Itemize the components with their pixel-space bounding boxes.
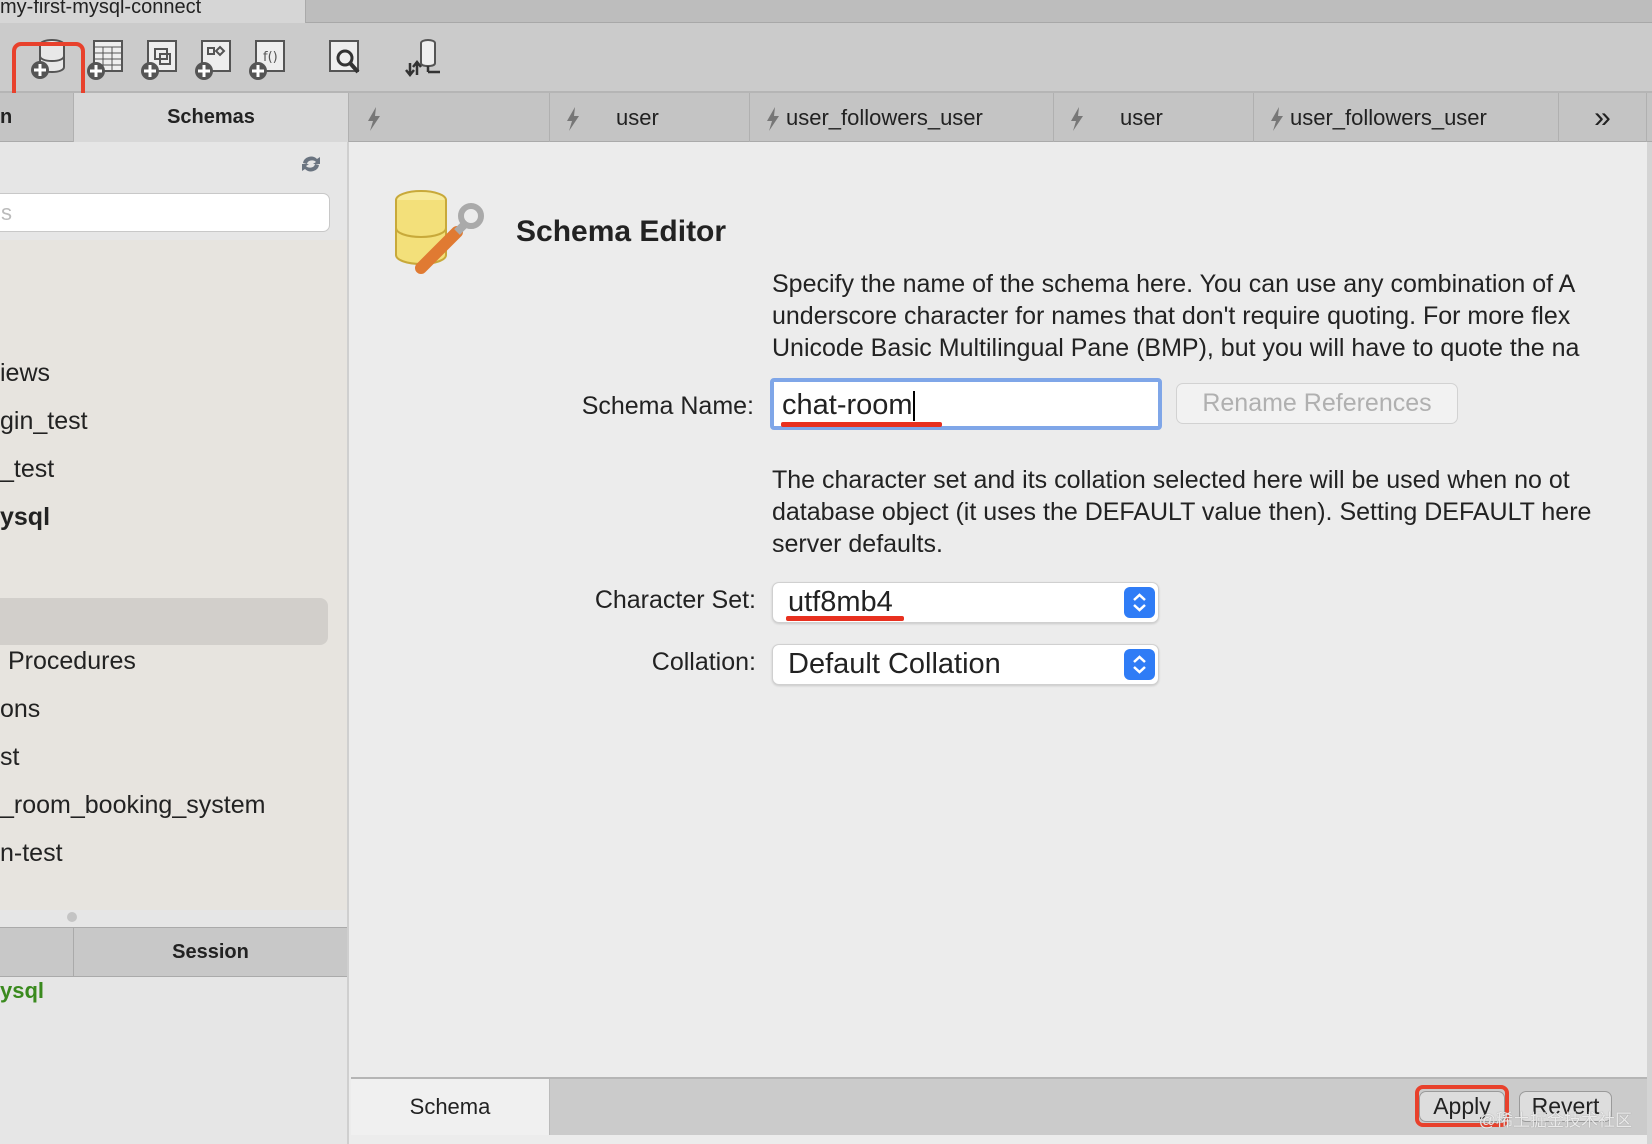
session-tab[interactable]: Session: [74, 928, 347, 976]
splitter-handle[interactable]: [67, 912, 77, 922]
schema-subtab[interactable]: Schema: [351, 1079, 550, 1135]
schema-name-help: Specify the name of the schema here. You…: [772, 268, 1647, 364]
lightning-icon: [1271, 107, 1283, 132]
selected-row-highlight: [0, 598, 328, 645]
create-procedure-icon[interactable]: [194, 37, 234, 81]
create-table-icon[interactable]: [86, 37, 126, 81]
schema-item[interactable]: _test: [0, 455, 54, 484]
charset-label: Character Set:: [594, 586, 756, 614]
page-title: Schema Editor: [516, 215, 727, 248]
editor-tab[interactable]: user_followers_user: [1254, 93, 1559, 142]
lightning-icon: [368, 107, 380, 132]
lightning-icon: [1071, 107, 1083, 132]
help-line: server defaults.: [772, 530, 943, 558]
charset-help: The character set and its collation sele…: [772, 464, 1647, 560]
collation-value: Default Collation: [788, 648, 1001, 680]
bottom-bar: Schema Apply Revert @稀土掘金技术社区: [351, 1077, 1647, 1135]
tab-label: user_followers_user: [1290, 105, 1487, 130]
annotation-underline: [781, 422, 942, 427]
schema-item[interactable]: iews: [0, 359, 50, 388]
chevron-updown-icon: [1124, 649, 1155, 680]
refresh-icon[interactable]: [299, 154, 323, 174]
toolbar: f(): [0, 23, 1652, 117]
schema-filter-input[interactable]: s: [0, 193, 330, 232]
tab-label: user_followers_user: [786, 105, 983, 130]
schema-editor: Schema Editor Specify the name of the sc…: [351, 142, 1647, 1077]
help-line: Specify the name of the schema here. You…: [772, 270, 1576, 298]
help-line: Unicode Basic Multilingual Pane (BMP), b…: [772, 334, 1580, 362]
schema-item[interactable]: Procedures: [8, 647, 136, 676]
session-tabs: Session: [0, 927, 347, 977]
info-tab[interactable]: [0, 928, 74, 976]
editor-tab[interactable]: [351, 93, 550, 142]
collation-select[interactable]: Default Collation: [772, 644, 1159, 685]
rename-references-button[interactable]: Rename References: [1176, 383, 1458, 424]
search-table-data-icon[interactable]: [326, 37, 366, 81]
schema-name-label: Schema Name:: [581, 392, 754, 420]
connection-tab[interactable]: my-first-mysql-connect: [0, 0, 306, 23]
schema-item[interactable]: st: [0, 743, 19, 772]
create-view-icon[interactable]: [140, 37, 180, 81]
charset-value: utf8mb4: [788, 586, 893, 618]
more-tabs-button[interactable]: »: [1559, 93, 1647, 142]
schema-item[interactable]: n-test: [0, 839, 63, 868]
editor-tab[interactable]: user: [550, 93, 750, 142]
watermark: @稀土掘金技术社区: [1478, 1111, 1632, 1130]
collation-label: Collation:: [651, 648, 756, 676]
schema-item[interactable]: _room_booking_system: [0, 791, 265, 820]
tab-label: user: [616, 105, 659, 130]
session-connection-name: ysql: [0, 978, 45, 1003]
tab-row: n Schemas user user_followers_user user …: [0, 93, 1652, 142]
editor-tab[interactable]: user_followers_user: [750, 93, 1054, 142]
sidebar: s iews gin_test _test ysql Procedures on…: [0, 142, 349, 1144]
scrollbar[interactable]: [1647, 142, 1652, 1144]
lightning-icon: [767, 107, 779, 132]
help-line: underscore character for names that don'…: [772, 302, 1571, 330]
lightning-icon: [567, 107, 579, 132]
title-bar: my-first-mysql-connect: [0, 0, 1652, 23]
editor-tab[interactable]: user: [1054, 93, 1254, 142]
sidebar-tab-schemas[interactable]: Schemas: [74, 93, 349, 142]
create-function-icon[interactable]: f(): [248, 37, 288, 81]
schema-list: iews gin_test _test ysql Procedures ons …: [0, 240, 347, 910]
svg-text:f(): f(): [263, 50, 278, 65]
schema-name-value: chat-room: [782, 389, 913, 421]
tab-label: user: [1120, 105, 1163, 130]
sidebar-tab-navigator[interactable]: n: [0, 93, 74, 142]
help-line: database object (it uses the DEFAULT val…: [772, 498, 1592, 526]
schema-item[interactable]: ons: [0, 695, 40, 724]
schema-item-selected[interactable]: ysql: [0, 503, 50, 532]
help-line: The character set and its collation sele…: [772, 466, 1570, 494]
schema-item[interactable]: gin_test: [0, 407, 88, 436]
chevron-updown-icon: [1124, 587, 1155, 618]
annotation-underline: [786, 616, 904, 621]
reconnect-icon[interactable]: [404, 37, 444, 81]
schema-editor-icon: [395, 190, 484, 274]
